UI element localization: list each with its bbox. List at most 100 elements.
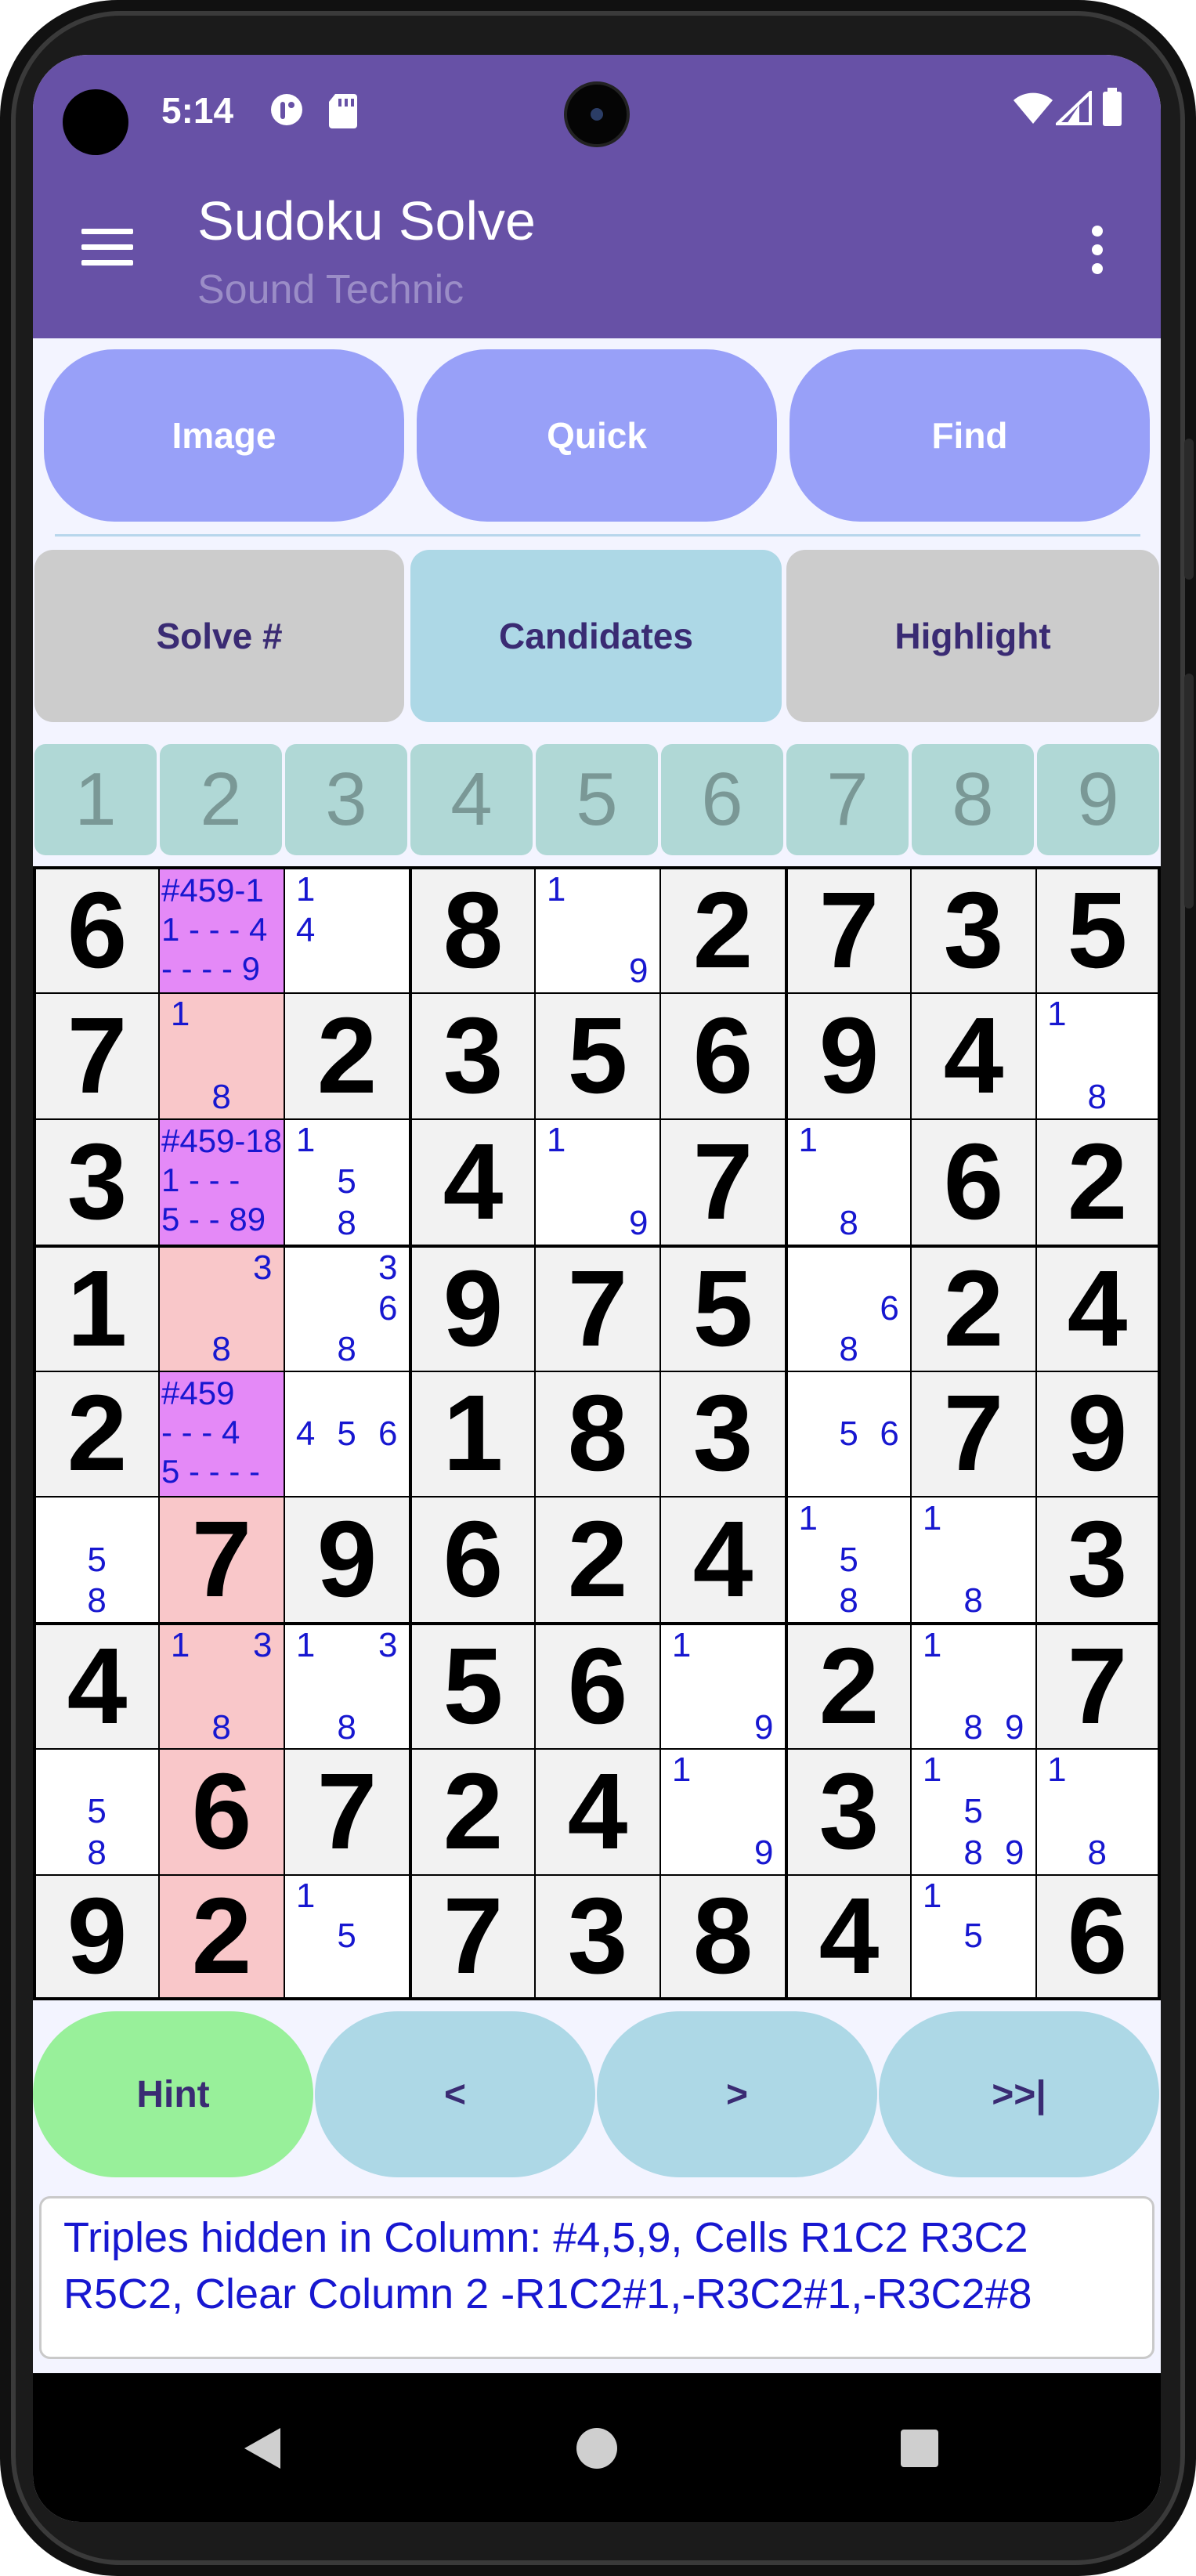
palette-number-8[interactable]: 8 — [912, 744, 1034, 855]
cell-r3c7[interactable]: 18 — [788, 1119, 910, 1245]
cell-r6c1[interactable]: 58 — [36, 1498, 158, 1623]
cell-r2c2[interactable]: 18 — [160, 993, 284, 1118]
cell-r7c4[interactable]: 5 — [412, 1625, 534, 1749]
cell-r1c1[interactable]: 6 — [36, 869, 158, 992]
cell-r9c3[interactable]: 15 — [285, 1876, 409, 1997]
cell-r4c5[interactable]: 7 — [536, 1247, 659, 1371]
more-vert-icon[interactable] — [1089, 222, 1107, 277]
cell-r3c5[interactable]: 19 — [536, 1119, 659, 1245]
cell-r7c1[interactable]: 4 — [36, 1625, 158, 1749]
cell-r1c4[interactable]: 8 — [412, 869, 534, 992]
cell-r1c9[interactable]: 5 — [1037, 869, 1158, 992]
hint-button[interactable]: Hint — [33, 2011, 313, 2177]
cell-r9c5[interactable]: 3 — [536, 1876, 659, 1997]
cell-r4c1[interactable]: 1 — [36, 1247, 158, 1371]
cell-r5c6[interactable]: 3 — [661, 1371, 785, 1497]
cell-r3c8[interactable]: 6 — [912, 1119, 1035, 1245]
cell-r5c1[interactable]: 2 — [36, 1371, 158, 1497]
cell-r7c6[interactable]: 19 — [661, 1625, 785, 1749]
cell-r1c3[interactable]: 14 — [285, 869, 409, 992]
palette-number-5[interactable]: 5 — [536, 744, 658, 855]
cell-r6c3[interactable]: 9 — [285, 1498, 409, 1623]
skip-to-end-button[interactable]: >>| — [879, 2011, 1159, 2177]
cell-r4c8[interactable]: 2 — [912, 1247, 1035, 1371]
cell-r8c2[interactable]: 6 — [160, 1750, 284, 1875]
palette-number-9[interactable]: 9 — [1037, 744, 1159, 855]
cell-r7c9[interactable]: 7 — [1037, 1625, 1158, 1749]
cell-r5c2[interactable]: #459- - - 45 - - - - — [160, 1371, 284, 1497]
cell-r3c4[interactable]: 4 — [412, 1119, 534, 1245]
cell-r9c8[interactable]: 15 — [912, 1876, 1035, 1997]
find-button[interactable]: Find — [790, 349, 1150, 522]
cell-r9c2[interactable]: 2 — [160, 1876, 284, 1997]
cell-r8c9[interactable]: 18 — [1037, 1750, 1158, 1875]
cell-r4c9[interactable]: 4 — [1037, 1247, 1158, 1371]
cell-r5c5[interactable]: 8 — [536, 1371, 659, 1497]
cell-r1c8[interactable]: 3 — [912, 869, 1035, 992]
cell-r2c7[interactable]: 9 — [788, 993, 910, 1118]
cell-r3c1[interactable]: 3 — [36, 1119, 158, 1245]
cell-r9c4[interactable]: 7 — [412, 1876, 534, 1997]
cell-r8c6[interactable]: 19 — [661, 1750, 785, 1875]
cell-r2c5[interactable]: 5 — [536, 993, 659, 1118]
cell-r2c4[interactable]: 3 — [412, 993, 534, 1118]
solve-mode-button[interactable]: Solve # — [34, 550, 404, 722]
palette-number-4[interactable]: 4 — [410, 744, 533, 855]
cell-r6c4[interactable]: 6 — [412, 1498, 534, 1623]
palette-number-1[interactable]: 1 — [34, 744, 157, 855]
cell-r1c5[interactable]: 19 — [536, 869, 659, 992]
cell-r9c6[interactable]: 8 — [661, 1876, 785, 1997]
candidates-mode-button[interactable]: Candidates — [410, 550, 782, 722]
cell-r5c8[interactable]: 7 — [912, 1371, 1035, 1497]
cell-r8c5[interactable]: 4 — [536, 1750, 659, 1875]
cell-r8c7[interactable]: 3 — [788, 1750, 910, 1875]
cell-r6c5[interactable]: 2 — [536, 1498, 659, 1623]
cell-r5c9[interactable]: 9 — [1037, 1371, 1158, 1497]
cell-r7c5[interactable]: 6 — [536, 1625, 659, 1749]
cell-r4c6[interactable]: 5 — [661, 1247, 785, 1371]
cell-r1c6[interactable]: 2 — [661, 869, 785, 992]
cell-r2c6[interactable]: 6 — [661, 993, 785, 1118]
cell-r6c6[interactable]: 4 — [661, 1498, 785, 1623]
cell-r2c8[interactable]: 4 — [912, 993, 1035, 1118]
cell-r8c8[interactable]: 1589 — [912, 1750, 1035, 1875]
cell-r2c9[interactable]: 18 — [1037, 993, 1158, 1118]
next-step-button[interactable]: > — [597, 2011, 877, 2177]
cell-r6c7[interactable]: 158 — [788, 1498, 910, 1623]
cell-r1c7[interactable]: 7 — [788, 869, 910, 992]
cell-r5c4[interactable]: 1 — [412, 1371, 534, 1497]
home-icon[interactable] — [576, 2428, 617, 2469]
cell-r4c7[interactable]: 68 — [788, 1247, 910, 1371]
cell-r4c3[interactable]: 368 — [285, 1247, 409, 1371]
palette-number-3[interactable]: 3 — [285, 744, 407, 855]
cell-r9c9[interactable]: 6 — [1037, 1876, 1158, 1997]
cell-r1c2[interactable]: #459-1 1 - - - 4- - - - 9 — [160, 869, 284, 992]
cell-r6c8[interactable]: 18 — [912, 1498, 1035, 1623]
cell-r3c3[interactable]: 158 — [285, 1119, 409, 1245]
highlight-mode-button[interactable]: Highlight — [786, 550, 1159, 722]
cell-r9c1[interactable]: 9 — [36, 1876, 158, 1997]
cell-r7c7[interactable]: 2 — [788, 1625, 910, 1749]
palette-number-2[interactable]: 2 — [160, 744, 282, 855]
cell-r2c3[interactable]: 2 — [285, 993, 409, 1118]
cell-r6c2[interactable]: 7 — [160, 1498, 284, 1623]
cell-r8c4[interactable]: 2 — [412, 1750, 534, 1875]
previous-step-button[interactable]: < — [315, 2011, 595, 2177]
hamburger-menu-icon[interactable] — [81, 222, 136, 269]
quick-button[interactable]: Quick — [417, 349, 777, 522]
cell-r6c9[interactable]: 3 — [1037, 1498, 1158, 1623]
cell-r8c1[interactable]: 58 — [36, 1750, 158, 1875]
palette-number-6[interactable]: 6 — [661, 744, 783, 855]
cell-r7c3[interactable]: 1 3 8 — [285, 1625, 409, 1749]
palette-number-7[interactable]: 7 — [786, 744, 909, 855]
cell-r9c7[interactable]: 4 — [788, 1876, 910, 1997]
cell-r8c3[interactable]: 7 — [285, 1750, 409, 1875]
cell-r4c4[interactable]: 9 — [412, 1247, 534, 1371]
cell-r5c3[interactable]: 456 — [285, 1371, 409, 1497]
cell-r7c2[interactable]: 1 3 8 — [160, 1625, 284, 1749]
image-button[interactable]: Image — [44, 349, 404, 522]
back-icon[interactable] — [244, 2428, 280, 2469]
recents-icon[interactable] — [901, 2430, 938, 2467]
cell-r7c8[interactable]: 1 89 — [912, 1625, 1035, 1749]
cell-r4c2[interactable]: 38 — [160, 1247, 284, 1371]
